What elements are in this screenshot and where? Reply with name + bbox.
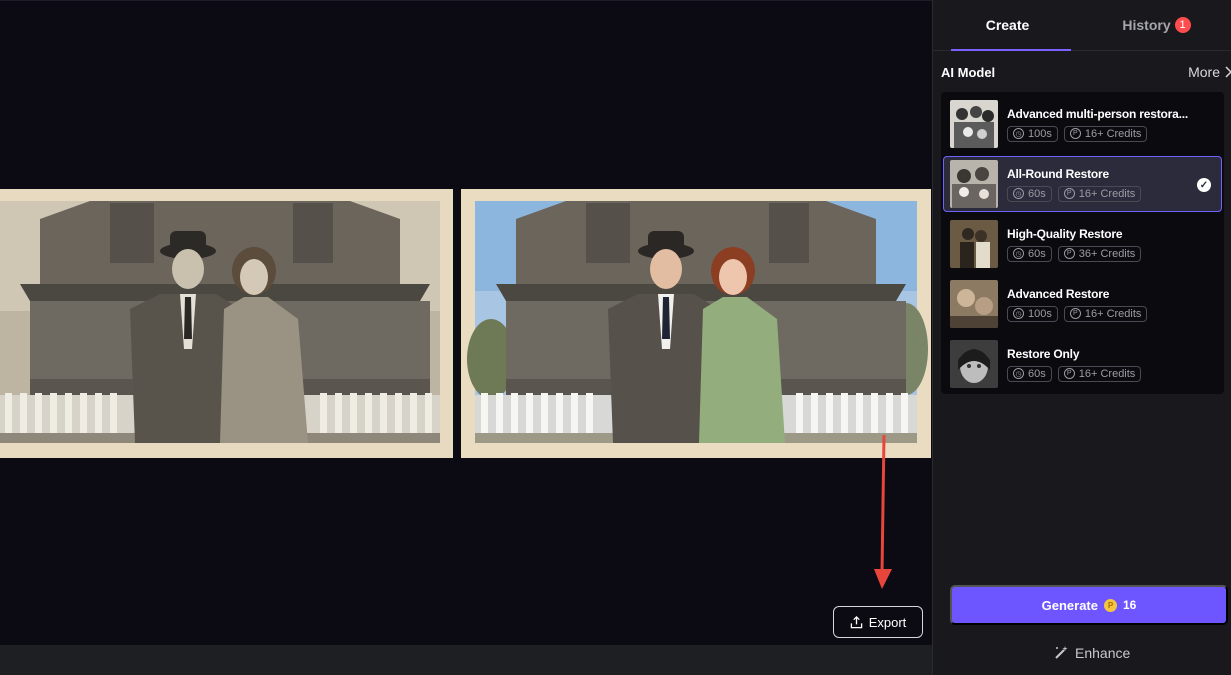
model-card-restore-only[interactable]: Restore Only ◷ 60s P 16+ Credits: [943, 336, 1222, 392]
time-chip: ◷ 60s: [1007, 245, 1052, 262]
credits-chip: P 36+ Credits: [1057, 245, 1142, 262]
credits-chip: P 16+ Credits: [1063, 305, 1148, 322]
original-photo: [0, 189, 453, 458]
clock-icon: ◷: [1013, 128, 1024, 139]
model-list: Advanced multi-person restora... ◷ 100s P…: [941, 92, 1224, 394]
model-thumbnail: [950, 220, 998, 268]
upload-icon: [850, 615, 862, 628]
right-panel: Create History 1 AI Model More Advanced …: [932, 0, 1231, 675]
model-name: Restore Only: [1007, 346, 1080, 361]
credits-chip: P 16+ Credits: [1063, 125, 1148, 142]
time-value: 60s: [1028, 367, 1046, 380]
model-name: All-Round Restore: [1007, 166, 1109, 181]
credits-value: 16+ Credits: [1084, 127, 1142, 140]
model-name: Advanced multi-person restora...: [1007, 106, 1188, 121]
time-chip: ◷ 60s: [1007, 185, 1052, 202]
model-thumbnail: [950, 280, 998, 328]
credits-chip: P 16+ Credits: [1057, 185, 1142, 202]
model-card-advanced-multi-person[interactable]: Advanced multi-person restora... ◷ 100s P…: [943, 96, 1222, 152]
app-window: Export Create History 1 AI Model More Ad…: [0, 0, 1231, 675]
credits-value: 16+ Credits: [1084, 307, 1142, 320]
model-thumbnail: [950, 160, 998, 208]
model-card-high-quality-restore[interactable]: High-Quality Restore ◷ 60s P 36+ Credits: [943, 216, 1222, 272]
export-label: Export: [868, 614, 907, 630]
clock-icon: ◷: [1013, 188, 1024, 199]
model-name: High-Quality Restore: [1007, 226, 1123, 241]
clock-icon: ◷: [1013, 248, 1024, 259]
ai-model-header: AI Model More: [941, 64, 1231, 80]
credits-icon: P: [1069, 308, 1081, 319]
annotation-arrow: [874, 434, 892, 589]
tab-history-label: History: [1122, 17, 1171, 33]
time-value: 60s: [1028, 187, 1046, 200]
more-button[interactable]: More: [1188, 64, 1231, 80]
generate-label: Generate: [1041, 597, 1098, 613]
time-chip: ◷ 60s: [1007, 365, 1052, 382]
model-name: Advanced Restore: [1007, 286, 1110, 301]
enhance-button[interactable]: Enhance: [1053, 645, 1130, 661]
generate-button[interactable]: Generate P 16: [950, 585, 1228, 625]
check-icon: ✓: [1197, 178, 1211, 192]
credits-icon: P: [1069, 128, 1081, 139]
time-chip: ◷ 100s: [1007, 125, 1058, 142]
model-card-advanced-restore[interactable]: Advanced Restore ◷ 100s P 16+ Credits: [943, 276, 1222, 332]
model-thumbnail: [950, 100, 998, 148]
history-count-badge: 1: [1174, 17, 1191, 33]
magic-wand-icon: [1055, 646, 1068, 659]
credits-icon: P: [1063, 248, 1075, 259]
clock-icon: ◷: [1013, 308, 1024, 319]
bottom-bar: [0, 645, 932, 675]
clock-icon: ◷: [1013, 368, 1024, 379]
model-card-all-round-restore[interactable]: All-Round Restore ◷ 60s P 16+ Credits ✓: [943, 156, 1222, 212]
credits-value: 16+ Credits: [1078, 187, 1136, 200]
restored-photo: [461, 189, 931, 458]
time-value: 60s: [1028, 247, 1046, 260]
model-thumbnail: [950, 340, 998, 388]
enhance-label: Enhance: [1075, 645, 1131, 661]
chevron-right-icon: [1225, 66, 1231, 78]
export-button[interactable]: Export: [833, 606, 923, 638]
tab-history[interactable]: History 1: [1082, 0, 1231, 50]
panel-tabs: Create History 1: [933, 0, 1231, 51]
generate-cost: 16: [1123, 598, 1137, 612]
credits-icon: P: [1063, 368, 1075, 379]
credits-value: 16+ Credits: [1078, 367, 1136, 380]
tab-create-label: Create: [985, 17, 1030, 33]
credits-chip: P 16+ Credits: [1057, 365, 1142, 382]
tab-create[interactable]: Create: [933, 0, 1082, 51]
time-value: 100s: [1028, 127, 1052, 140]
time-chip: ◷ 100s: [1007, 305, 1058, 322]
preview-canvas: Export: [0, 0, 932, 645]
coin-icon: P: [1104, 598, 1117, 612]
credits-icon: P: [1063, 188, 1075, 199]
time-value: 100s: [1028, 307, 1052, 320]
credits-value: 36+ Credits: [1078, 247, 1136, 260]
more-label: More: [1188, 64, 1220, 80]
ai-model-title: AI Model: [941, 64, 996, 80]
